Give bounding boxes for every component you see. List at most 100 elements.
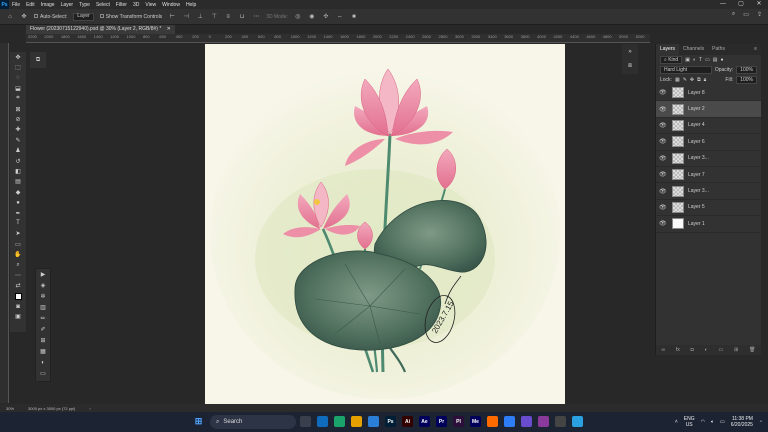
tray-chevron-icon[interactable]: ˄ [675, 419, 678, 425]
layer-row[interactable]: 👁︎ Layer 6 [656, 134, 761, 151]
gradient-tool-icon[interactable]: ▤ [10, 177, 26, 187]
taskbar-app-icon[interactable]: Pr [436, 416, 447, 427]
visibility-eye-icon[interactable]: 👁︎ [659, 204, 667, 211]
layer-name[interactable]: Layer 2 [688, 106, 705, 112]
minimize-icon[interactable]: — [714, 0, 732, 9]
3d-scale-icon[interactable]: ■ [350, 13, 358, 21]
taskbar-app-icon[interactable] [572, 416, 583, 427]
visibility-eye-icon[interactable]: 👁︎ [659, 89, 667, 96]
layer-row[interactable]: 👁︎ Layer 1 [656, 216, 761, 233]
document-tab[interactable]: Flower (20230715122940).psd @ 30% (Layer… [26, 25, 175, 34]
3d-roll-icon[interactable]: ◉ [308, 13, 316, 21]
layer-name[interactable]: Layer 1 [688, 221, 705, 227]
healing-brush-tool-icon[interactable]: ✚ [10, 125, 26, 135]
visibility-eye-icon[interactable]: 👁︎ [659, 106, 667, 113]
swatches-icon[interactable]: ▦ [36, 346, 50, 357]
layer-row[interactable]: 👁︎ Layer 7 [656, 167, 761, 184]
lock-artboard-icon[interactable]: ⧉ [697, 77, 701, 83]
menu-type[interactable]: Type [76, 2, 93, 8]
home-icon[interactable]: ⌂ [6, 13, 14, 21]
align-top-icon[interactable]: ⊤ [210, 13, 218, 21]
library-icon[interactable]: ▥ [36, 302, 50, 313]
auto-select-target-dropdown[interactable]: Layer [73, 12, 94, 21]
new-group-icon[interactable]: ▭ [718, 347, 723, 353]
taskbar-app-icon[interactable] [317, 416, 328, 427]
menu-layer[interactable]: Layer [58, 2, 77, 8]
clock[interactable]: 11:38 PM 6/20/2025 [731, 416, 753, 428]
taskbar-app-icon[interactable] [521, 416, 532, 427]
move-tool-icon[interactable]: ✥ [20, 13, 28, 21]
3d-icon[interactable]: ◈ [36, 280, 50, 291]
wifi-icon[interactable]: ◠ [701, 419, 705, 425]
3d-pan-icon[interactable]: ✣ [322, 13, 330, 21]
workspace-icon[interactable]: ▭ [743, 11, 749, 18]
taskbar-app-icon[interactable] [504, 416, 515, 427]
zoom-level[interactable]: 30% [6, 406, 14, 411]
notifications-icon[interactable]: ◔ [759, 419, 762, 425]
rectangle-tool-icon[interactable]: ▭ [10, 239, 26, 249]
edit-toolbar-icon[interactable]: ⋯ [10, 270, 26, 280]
play-action-icon[interactable]: ▶ [36, 269, 50, 280]
link-layers-icon[interactable]: ∞ [661, 347, 665, 353]
layer-name[interactable]: Layer 6 [688, 139, 705, 145]
color-swatches-icon[interactable] [10, 291, 26, 301]
language-indicator[interactable]: ENG US [684, 416, 695, 428]
menu-file[interactable]: File [9, 2, 23, 8]
menu-window[interactable]: Window [159, 2, 183, 8]
close-tab-icon[interactable]: ✕ [167, 26, 171, 32]
search-icon[interactable]: ⌕ [732, 11, 735, 18]
fill-input[interactable]: 100% [736, 76, 757, 84]
quick-mask-icon[interactable]: ◙ [10, 301, 26, 311]
eraser-tool-icon[interactable]: ◧ [10, 166, 26, 176]
add-mask-icon[interactable]: ◘ [691, 347, 694, 353]
layer-name[interactable]: Layer 3... [688, 188, 709, 194]
share-icon[interactable]: ⇪ [757, 11, 762, 18]
layer-name[interactable]: Layer 5 [688, 204, 705, 210]
3d-slide-icon[interactable]: ⇔ [336, 13, 344, 21]
lasso-tool-icon[interactable]: ◌ [10, 73, 26, 83]
layer-name[interactable]: Layer 8 [688, 90, 705, 96]
layer-row[interactable]: 👁︎ Layer 2 [656, 101, 761, 118]
taskbar-app-icon[interactable]: Ae [419, 416, 430, 427]
adjustment-layer-icon[interactable]: ◐ [705, 347, 708, 353]
adjustments-icon[interactable]: ✲ [36, 291, 50, 302]
taskbar-app-icon[interactable]: Me [470, 416, 481, 427]
align-middle-icon[interactable]: ≡ [224, 13, 232, 21]
taskbar-app-icon[interactable] [351, 416, 362, 427]
visibility-eye-icon[interactable]: 👁︎ [659, 138, 667, 145]
align-left-icon[interactable]: ⊢ [168, 13, 176, 21]
document-canvas[interactable]: 2023.7.15 [205, 44, 565, 404]
eyedropper-tool-icon[interactable]: ⊘ [10, 114, 26, 124]
tab-paths[interactable]: Paths [708, 44, 729, 55]
start-button-icon[interactable]: ⊞ [193, 416, 204, 427]
filter-smart-icon[interactable]: ▤ [713, 57, 718, 63]
swap-colors-icon[interactable]: ⇄ [10, 281, 26, 291]
brush-settings-icon[interactable]: ✏ [36, 313, 50, 324]
taskbar-app-icon[interactable] [368, 416, 379, 427]
hand-tool-icon[interactable]: ✋ [10, 249, 26, 259]
align-bottom-icon[interactable]: ⊔ [238, 13, 246, 21]
lock-transparency-icon[interactable]: ▦ [675, 77, 680, 83]
taskbar-app-icon[interactable] [538, 416, 549, 427]
new-layer-icon[interactable]: ⊞ [734, 347, 738, 353]
crop-tool-icon[interactable]: ⌗ [10, 94, 26, 104]
volume-icon[interactable]: 🔈︎ [711, 419, 714, 425]
visibility-eye-icon[interactable]: 👁︎ [659, 171, 667, 178]
history-icon[interactable]: ⧈ [622, 59, 638, 74]
taskbar-app-icon[interactable]: Ai [402, 416, 413, 427]
clone-source-icon[interactable]: ⊞ [36, 335, 50, 346]
marquee-tool-icon[interactable]: ⬚ [10, 62, 26, 72]
menu-select[interactable]: Select [93, 2, 113, 8]
layer-row[interactable]: 👁︎ Layer 3... [656, 183, 761, 200]
pen-tool-icon[interactable]: ✒ [10, 208, 26, 218]
layer-row[interactable]: 👁︎ Layer 5 [656, 200, 761, 217]
path-selection-tool-icon[interactable]: ➤ [10, 229, 26, 239]
blur-tool-icon[interactable]: ◆ [10, 187, 26, 197]
lock-position-icon[interactable]: ✥ [690, 77, 694, 83]
menu-edit[interactable]: Edit [23, 2, 38, 8]
layer-row[interactable]: 👁︎ Layer 8 [656, 85, 761, 102]
transform-controls-checkbox[interactable]: Show Transform Controls [99, 14, 162, 20]
layer-row[interactable]: 👁︎ Layer 4 [656, 118, 761, 135]
frame-tool-icon[interactable]: ⊠ [10, 104, 26, 114]
3d-orbit-icon[interactable]: ◎ [294, 13, 302, 21]
